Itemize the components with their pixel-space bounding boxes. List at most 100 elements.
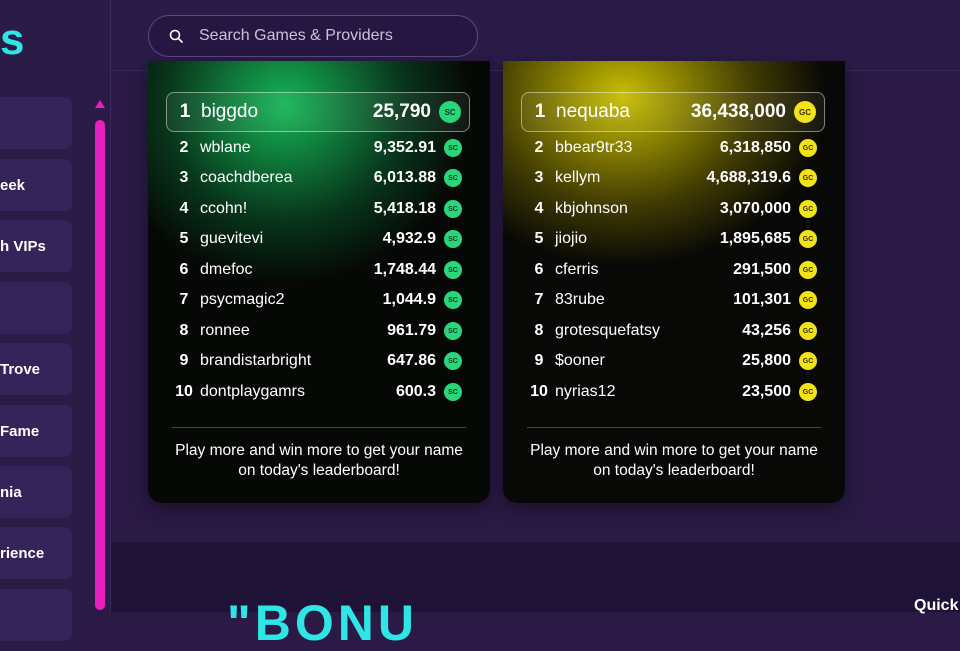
amount: 647.86 bbox=[387, 352, 436, 369]
gc-leaderboard: 1 nequaba 36,438,000 GC 2 bbear9tr33 6,318… bbox=[503, 61, 845, 503]
amount: 25,800 bbox=[742, 352, 791, 369]
player-name: jiojio bbox=[555, 230, 588, 247]
sidebar-item-label: h VIPs bbox=[0, 237, 46, 255]
divider bbox=[172, 427, 466, 428]
player-name: bbear9tr33 bbox=[555, 139, 633, 156]
amount: 6,318,850 bbox=[719, 139, 791, 156]
rank: 4 bbox=[534, 200, 544, 217]
logo[interactable]: s bbox=[0, 18, 25, 62]
leaderboard-row: 9 $ooner 25,800 GC bbox=[521, 347, 825, 375]
rank: 4 bbox=[179, 200, 189, 217]
amount: 101,301 bbox=[733, 291, 791, 308]
player-name: nyrias12 bbox=[555, 383, 616, 400]
leaderboard-row: 2 bbear9tr33 6,318,850 GC bbox=[521, 134, 825, 162]
bonus-banner-section: "BONU Quick bbox=[111, 542, 960, 648]
gc-coin-icon: GC bbox=[799, 169, 817, 187]
rank: 9 bbox=[534, 352, 544, 369]
leaderboard-row: 4 ccohn! 5,418.18 SC bbox=[166, 195, 470, 223]
sidebar-item-9[interactable] bbox=[0, 589, 72, 641]
player-name: nequaba bbox=[556, 101, 630, 122]
gc-coin-icon: GC bbox=[799, 139, 817, 157]
leaderboard-row: 5 jiojio 1,895,685 GC bbox=[521, 225, 825, 253]
sidebar-item-label: nia bbox=[0, 483, 22, 501]
amount: 23,500 bbox=[742, 383, 791, 400]
amount: 4,688,319.6 bbox=[706, 169, 791, 186]
player-name: kbjohnson bbox=[555, 200, 628, 217]
sidebar-item-8[interactable]: rience bbox=[0, 527, 72, 579]
amount: 291,500 bbox=[733, 261, 791, 278]
rank: 6 bbox=[179, 261, 189, 278]
sc-coin-icon: SC bbox=[444, 139, 462, 157]
leaderboard-row: 5 guevitevi 4,932.9 SC bbox=[166, 225, 470, 253]
sidebar-scrollbar[interactable] bbox=[95, 100, 106, 612]
amount: 25,790 bbox=[372, 101, 431, 122]
player-name: dontplaygamrs bbox=[200, 383, 305, 400]
rank: 10 bbox=[530, 383, 548, 400]
leaderboard-row: 6 dmefoc 1,748.44 SC bbox=[166, 256, 470, 284]
sidebar-item-5[interactable]: Trove bbox=[0, 343, 72, 395]
rank: 3 bbox=[534, 169, 544, 186]
player-name: ronnee bbox=[200, 322, 250, 339]
leaderboard-top-entry: 1 nequaba 36,438,000 GC bbox=[521, 92, 825, 132]
leaderboard-row: 10 nyrias12 23,500 GC bbox=[521, 378, 825, 406]
sidebar-item-7[interactable]: nia bbox=[0, 466, 72, 518]
player-name: ccohn! bbox=[200, 200, 248, 217]
amount: 6,013.88 bbox=[373, 169, 436, 186]
leaderboard-row: 8 ronnee 961.79 SC bbox=[166, 317, 470, 345]
sidebar-item-3[interactable]: h VIPs bbox=[0, 220, 72, 272]
amount: 9,352.91 bbox=[373, 139, 436, 156]
search-icon bbox=[169, 29, 183, 43]
rank: 6 bbox=[534, 261, 544, 278]
player-name: grotesquefatsy bbox=[555, 322, 660, 339]
amount: 1,748.44 bbox=[373, 261, 436, 278]
gc-coin-icon: GC bbox=[799, 200, 817, 218]
sidebar-item-4[interactable] bbox=[0, 282, 72, 334]
gc-coin-icon: GC bbox=[794, 101, 816, 123]
player-name: psycmagic2 bbox=[200, 291, 285, 308]
amount: 600.3 bbox=[395, 383, 436, 400]
sidebar-item-6[interactable]: Fame bbox=[0, 405, 72, 457]
gc-coin-icon: GC bbox=[799, 291, 817, 309]
gc-coin-icon: GC bbox=[799, 261, 817, 279]
leaderboard-row: 3 kellym 4,688,319.6 GC bbox=[521, 164, 825, 192]
rank: 5 bbox=[534, 230, 544, 247]
search-input[interactable] bbox=[197, 26, 461, 46]
scrollbar-thumb[interactable] bbox=[95, 120, 105, 610]
leaderboard-row: 9 brandistarbright 647.86 SC bbox=[166, 347, 470, 375]
amount: 961.79 bbox=[387, 322, 436, 339]
rank: 1 bbox=[179, 101, 191, 122]
leaderboard-row: 6 cferris 291,500 GC bbox=[521, 256, 825, 284]
amount: 1,895,685 bbox=[719, 230, 791, 247]
player-name: guevitevi bbox=[200, 230, 264, 247]
gc-coin-icon: GC bbox=[799, 230, 817, 248]
sc-coin-icon: SC bbox=[444, 169, 462, 187]
sc-coin-icon: SC bbox=[444, 322, 462, 340]
rank: 9 bbox=[179, 352, 189, 369]
leaderboard-row: 7 83rube 101,301 GC bbox=[521, 286, 825, 314]
sidebar-item-label: eek bbox=[0, 176, 26, 194]
sc-coin-icon: SC bbox=[444, 230, 462, 248]
player-name: kellym bbox=[555, 169, 601, 186]
rank: 8 bbox=[534, 322, 544, 339]
sidebar-item-label: Trove bbox=[0, 360, 41, 378]
search-bar[interactable] bbox=[148, 15, 478, 57]
sidebar-item-1[interactable] bbox=[0, 97, 72, 149]
rank: 3 bbox=[179, 169, 189, 186]
leaderboard-cta-text: Play more and win more to get your name … bbox=[530, 442, 818, 479]
scroll-up-arrow-icon[interactable] bbox=[95, 100, 105, 108]
main-content: 1 biggdo 25,790 SC 2 wblane 9,352.91 SC 3 co… bbox=[111, 61, 960, 542]
leaderboard-cta-text: Play more and win more to get your name … bbox=[175, 442, 463, 479]
amount: 4,932.9 bbox=[382, 230, 436, 247]
player-name: $ooner bbox=[555, 352, 605, 369]
rank: 8 bbox=[179, 322, 189, 339]
amount: 5,418.18 bbox=[373, 200, 436, 217]
amount: 1,044.9 bbox=[382, 291, 436, 308]
rank: 5 bbox=[179, 230, 189, 247]
player-name: coachdberea bbox=[200, 169, 293, 186]
rank: 7 bbox=[179, 291, 189, 308]
rank: 1 bbox=[534, 101, 546, 122]
sidebar-item-label: Fame bbox=[0, 422, 40, 440]
sidebar-item-2[interactable]: eek bbox=[0, 159, 72, 211]
leaderboard-row: 3 coachdberea 6,013.88 SC bbox=[166, 164, 470, 192]
amount: 43,256 bbox=[742, 322, 791, 339]
